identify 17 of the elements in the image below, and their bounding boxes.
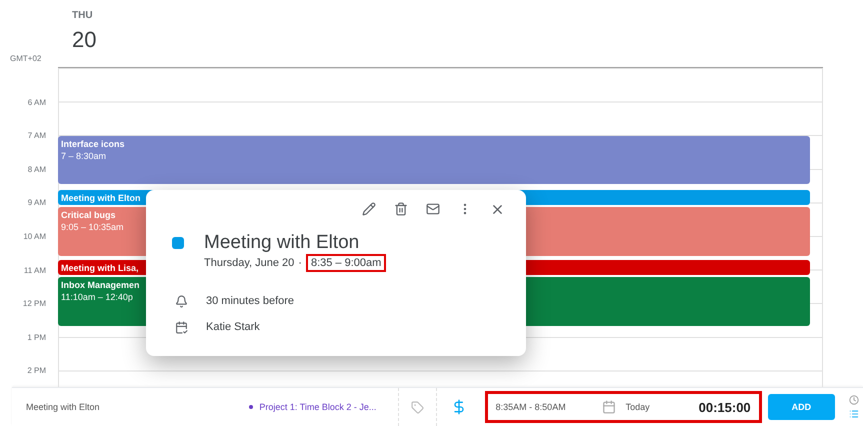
calendar-owner: Katie Stark — [206, 321, 260, 333]
hour-label: 10 AM — [22, 232, 46, 241]
event-date: Thursday, June 20 — [204, 257, 294, 269]
hour-label: 6 AM — [26, 98, 46, 107]
hour-label: 12 PM — [22, 299, 46, 308]
separator-dot: · — [298, 257, 302, 269]
hour-label: 11 AM — [22, 266, 46, 275]
event-time: 8:35 – 9:00am — [310, 257, 382, 269]
hour-label: 1 PM — [26, 332, 46, 342]
timezone-label: GMT+02 — [10, 54, 42, 63]
hour-label: 7 AM — [26, 131, 46, 140]
reminder-text: 30 minutes before — [206, 295, 294, 307]
hour-label: 9 AM — [26, 198, 46, 208]
hour-label: 2 PM — [26, 366, 46, 376]
hour-label: 8 AM — [26, 164, 46, 174]
event-title: Meeting with Elton — [204, 232, 360, 254]
weekday-label: THU — [72, 10, 93, 21]
